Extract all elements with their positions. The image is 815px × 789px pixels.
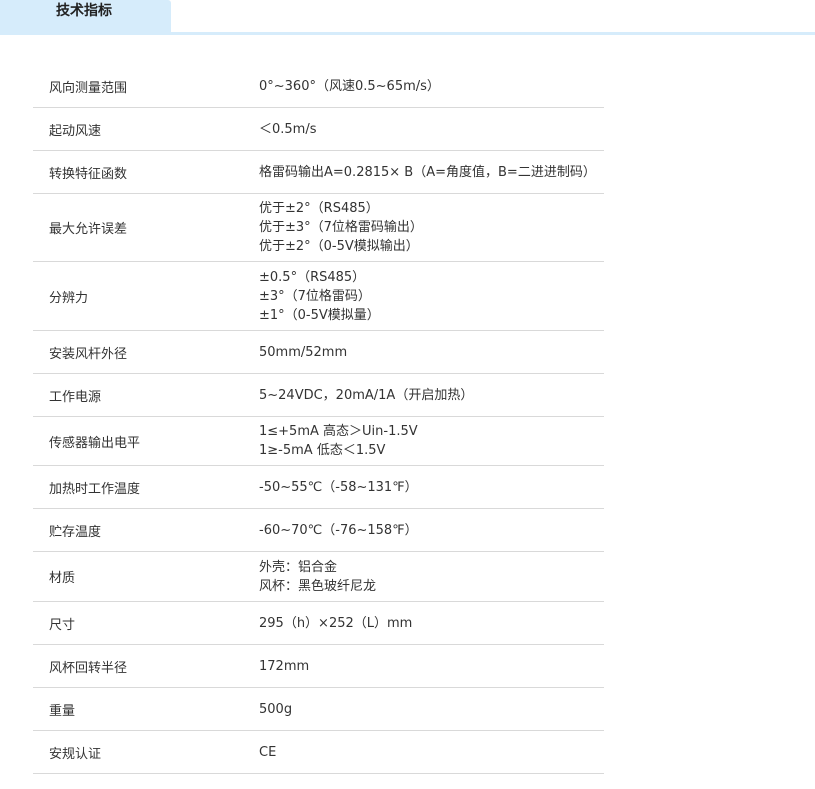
spec-value: 外壳：铝合金风杯：黑色玻纤尼龙 [259,558,604,596]
spec-value: -60~70℃（-76~158℉） [259,521,604,540]
spec-value: 172mm [259,657,604,676]
spec-row: 安规认证 CE [33,731,604,774]
spec-value-line: 外壳：铝合金 [259,559,338,575]
spec-value: CE [259,743,604,762]
spec-value-line: 1≥-5mA 低态＜1.5V [259,443,386,458]
spec-value-line: 格雷码输出A=0.2815× B（A=角度值，B=二进进制码） [259,164,596,180]
spec-page: 技术指标 风向测量范围 0°~360°（风速0.5~65m/s） 起动风速 ＜0.5m… [0,0,815,789]
spec-label: 最大允许误差 [49,222,128,237]
spec-value: -50~55℃（-58~131℉） [259,478,604,497]
spec-row: 转换特征函数 格雷码输出A=0.2815× B（A=角度值，B=二进进制码） [33,151,604,194]
spec-value-line: 1≤+5mA 高态＞Uin-1.5V [259,424,418,439]
spec-row: 尺寸 295（h）×252（L）mm [33,602,604,645]
spec-value: ±0.5°（RS485） ±3°（7位格雷码） ±1°（0-5V模拟量） [259,268,604,325]
spec-label: 加热时工作温度 [49,481,141,497]
spec-row: 贮存温度 -60~70℃（-76~158℉） [33,509,604,552]
spec-value-line: 优于±3°（7位格雷码输出） [259,220,423,235]
spec-label: 贮存温度 [49,524,102,540]
spec-value: ＜0.5m/s [259,120,604,139]
spec-label: 材质 [49,571,76,586]
spec-value: 格雷码输出A=0.2815× B（A=角度值，B=二进进制码） [259,163,604,182]
spec-value-line: 5~24VDC，20mA/1A（开启加热） [259,387,474,403]
spec-row: 分辨力 ±0.5°（RS485） ±3°（7位格雷码） ±1°（0-5V模拟量） [33,262,604,331]
spec-row: 风向测量范围 0°~360°（风速0.5~65m/s） [33,65,604,108]
spec-value-line: 172mm [259,658,310,674]
spec-label: 重量 [49,703,76,719]
spec-value-line: 优于±2°（RS485） [259,201,379,216]
spec-row: 风杯回转半径 172mm [33,645,604,688]
spec-row: 重量 500g [33,688,604,731]
spec-row: 起动风速 ＜0.5m/s [33,108,604,151]
tab-label: 技术指标 [56,3,112,19]
spec-value-line: 50mm/52mm [259,344,348,360]
spec-value-line: ±3°（7位格雷码） [259,288,371,304]
spec-table: 风向测量范围 0°~360°（风速0.5~65m/s） 起动风速 ＜0.5m/s 转换特… [33,65,604,774]
spec-value-line: 0°~360°（风速0.5~65m/s） [259,78,440,94]
spec-label: 安规认证 [49,746,102,762]
spec-value: 0°~360°（风速0.5~65m/s） [259,77,604,96]
tab-technical-specs[interactable]: 技术指标 [0,0,171,32]
spec-value-line: CE [259,744,277,760]
spec-value: 1≤+5mA 高态＞Uin-1.5V 1≥-5mA 低态＜1.5V [259,422,604,460]
spec-label: 工作电源 [49,389,102,405]
spec-label: 转换特征函数 [49,166,128,182]
spec-row: 加热时工作温度 -50~55℃（-58~131℉） [33,466,604,509]
spec-value-line: ＜0.5m/s [259,121,317,137]
spec-value-line: 295（h）×252（L）mm [259,615,413,631]
spec-row: 工作电源 5~24VDC，20mA/1A（开启加热） [33,374,604,417]
spec-label: 安装风杆外径 [49,346,128,362]
spec-value-line: 优于±2°（0-5V模拟输出） [259,239,419,254]
spec-value-line: -50~55℃（-58~131℉） [259,479,418,495]
spec-row: 最大允许误差 优于±2°（RS485） 优于±3°（7位格雷码输出） 优于±2°（0-… [33,194,604,262]
spec-label: 尺寸 [49,617,76,633]
spec-value-line: ±0.5°（RS485） [259,269,366,285]
spec-value: 50mm/52mm [259,343,604,362]
spec-row: 传感器输出电平 1≤+5mA 高态＞Uin-1.5V 1≥-5mA 低态＜1.5V [33,417,604,466]
spec-label: 分辨力 [49,290,89,306]
spec-value-line: 风杯：黑色玻纤尼龙 [259,578,377,594]
spec-value-line: -60~70℃（-76~158℉） [259,522,418,538]
spec-value: 优于±2°（RS485） 优于±3°（7位格雷码输出） 优于±2°（0-5V模拟输出… [259,199,604,256]
spec-row: 材质 外壳：铝合金风杯：黑色玻纤尼龙 [33,552,604,602]
spec-label: 起动风速 [49,123,102,139]
spec-row: 安装风杆外径 50mm/52mm [33,331,604,374]
spec-label: 风向测量范围 [49,80,128,96]
spec-value-line: 500g [259,701,293,717]
spec-value: 295（h）×252（L）mm [259,614,604,633]
spec-value: 5~24VDC，20mA/1A（开启加热） [259,386,604,405]
tab-bar: 技术指标 [0,0,815,35]
spec-value: 500g [259,700,604,719]
spec-label: 传感器输出电平 [49,435,141,451]
spec-value-line: ±1°（0-5V模拟量） [259,307,380,323]
spec-label: 风杯回转半径 [49,660,128,676]
